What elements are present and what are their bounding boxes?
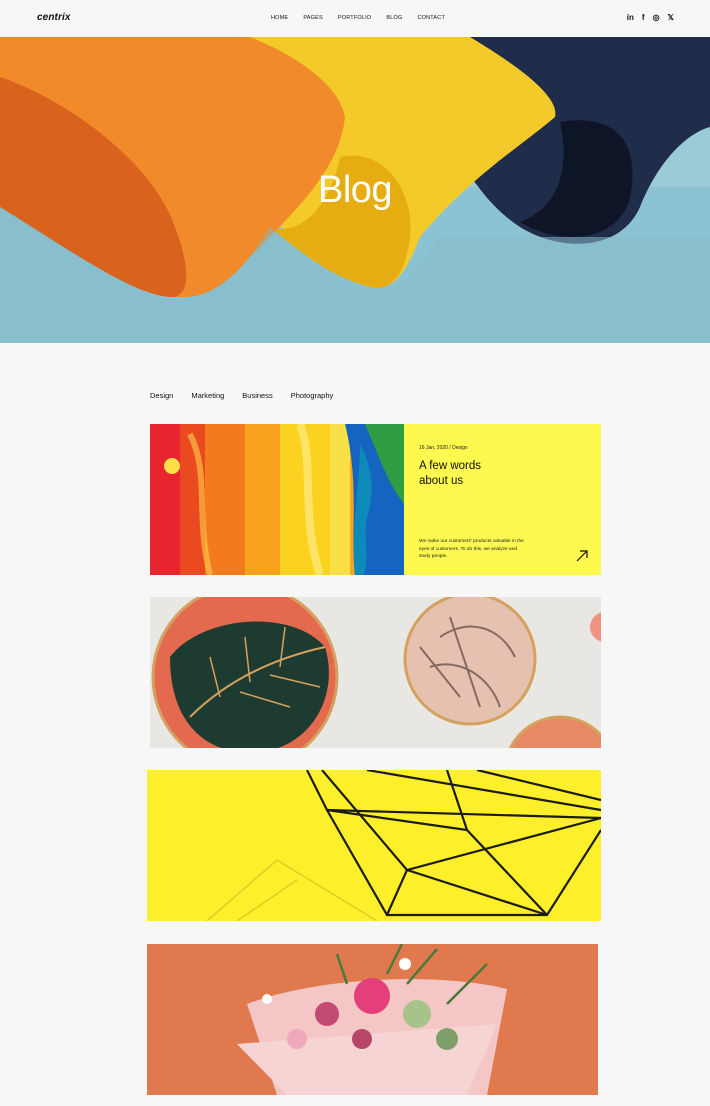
category-design[interactable]: Design [150, 391, 173, 400]
main-nav: HOME PAGES PORTFOLIO BLOG CONTACT [271, 15, 460, 21]
category-business[interactable]: Business [242, 391, 272, 400]
post-card[interactable]: 16 Jan, 2020 / Design A few words about … [150, 424, 601, 575]
nav-blog[interactable]: BLOG [386, 15, 402, 21]
site-header: centrix HOME PAGES PORTFOLIO BLOG CONTAC… [0, 0, 710, 37]
nav-pages[interactable]: PAGES [303, 15, 323, 21]
post-card[interactable] [150, 597, 601, 748]
post-title[interactable]: A few words about us [419, 459, 509, 489]
facebook-icon[interactable]: f [642, 13, 645, 23]
arrow-up-right-icon[interactable] [576, 550, 588, 562]
nav-home[interactable]: HOME [271, 15, 288, 21]
nav-portfolio[interactable]: PORTFOLIO [338, 15, 371, 21]
post-card[interactable] [147, 770, 601, 921]
post-image[interactable] [147, 944, 598, 1095]
post-card[interactable] [147, 944, 598, 1095]
social-links: in f ◎ 𝕏 [627, 13, 674, 23]
post-meta: 16 Jan, 2020 / Design [419, 445, 468, 451]
instagram-icon[interactable]: ◎ [653, 13, 660, 23]
category-filter: Design Marketing Business Photography [150, 391, 351, 400]
twitter-icon[interactable]: 𝕏 [668, 13, 674, 23]
post-image[interactable] [147, 770, 601, 921]
nav-contact[interactable]: CONTACT [417, 15, 445, 21]
category-marketing[interactable]: Marketing [191, 391, 224, 400]
logo[interactable]: centrix [37, 12, 71, 23]
post-info: 16 Jan, 2020 / Design A few words about … [404, 424, 601, 575]
post-image[interactable] [150, 424, 404, 575]
hero-banner: Blog [0, 37, 710, 343]
post-excerpt: We make our customers’ products valuable… [419, 539, 524, 559]
linkedin-icon[interactable]: in [627, 13, 634, 23]
page-title: Blog [317, 169, 393, 211]
post-image[interactable] [150, 597, 601, 748]
category-photography[interactable]: Photography [291, 391, 334, 400]
